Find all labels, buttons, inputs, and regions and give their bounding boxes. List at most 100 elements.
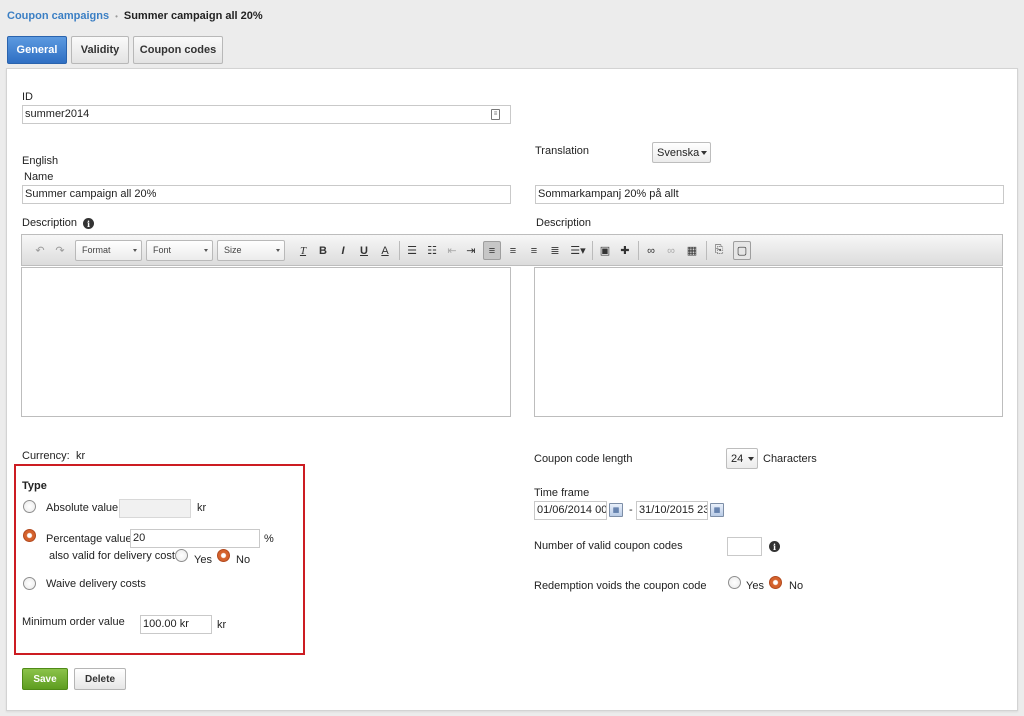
description-editor-english[interactable] <box>21 267 511 417</box>
indent-icon[interactable]: ⇥ <box>462 241 480 260</box>
info-icon[interactable]: i <box>83 218 94 229</box>
format-combo[interactable]: Format <box>75 240 142 261</box>
delete-button[interactable]: Delete <box>74 668 126 690</box>
italic-button[interactable]: I <box>334 241 352 260</box>
description-editor-swedish[interactable] <box>534 267 1003 417</box>
minimum-order-label: Minimum order value <box>22 616 125 628</box>
english-section-label: English <box>22 155 59 167</box>
valid-codes-label: Number of valid coupon codes <box>534 540 683 552</box>
table-icon[interactable]: ▦ <box>683 241 701 260</box>
font-color-icon[interactable]: A <box>376 241 394 260</box>
chevron-down-icon <box>701 151 707 155</box>
unlink-icon[interactable]: ∞ <box>662 241 680 260</box>
bold-button[interactable]: B <box>314 241 332 260</box>
save-button[interactable]: Save <box>22 668 68 690</box>
chevron-down-icon <box>748 457 754 461</box>
type-title: Type <box>22 480 47 492</box>
coupon-code-length-unit: Characters <box>763 453 817 465</box>
name-input-english[interactable]: Summer campaign all 20% <box>22 185 511 204</box>
currency-label: Currency: <box>22 450 70 462</box>
align-right-icon[interactable]: ≡ <box>525 241 543 260</box>
coupon-code-length-label: Coupon code length <box>534 453 633 465</box>
radio-redemption-no[interactable] <box>769 576 782 589</box>
breadcrumb: Coupon campaigns • Summer campaign all 2… <box>7 10 263 22</box>
tab-general[interactable]: General <box>7 36 67 64</box>
absolute-unit: kr <box>197 502 207 514</box>
delivery-costs-label: also valid for delivery costs <box>49 550 181 562</box>
editor-toolbar: ↶ ↷ Format Font Size T B I U A ☰ ☷ ⇤ ⇥ ≡… <box>21 234 1003 266</box>
percentage-unit: % <box>264 533 274 545</box>
font-combo-label: Font <box>153 245 172 255</box>
info-icon[interactable]: i <box>769 541 780 552</box>
coupon-code-length-select[interactable]: 24 <box>726 448 758 469</box>
radio-waive-delivery[interactable] <box>23 577 36 590</box>
chevron-down-icon <box>133 249 137 252</box>
id-field-icon[interactable]: ≡ <box>491 109 500 120</box>
chevron-down-icon <box>276 249 280 252</box>
align-center-icon[interactable]: ≡ <box>504 241 522 260</box>
chevron-down-icon <box>204 249 208 252</box>
time-frame-to-input[interactable]: 31/10/2015 23 <box>636 501 708 520</box>
radio-delivery-no[interactable] <box>217 549 230 562</box>
description-label-english: Description <box>22 217 78 229</box>
line-height-icon[interactable]: ☰▾ <box>567 241 589 260</box>
format-combo-label: Format <box>82 245 111 255</box>
calendar-icon[interactable]: ▦ <box>609 503 623 517</box>
maximize-icon[interactable]: ▢ <box>733 241 751 260</box>
valid-codes-input[interactable] <box>727 537 762 556</box>
description-label-swedish: Description <box>536 217 592 229</box>
tab-validity[interactable]: Validity <box>71 36 129 64</box>
delivery-no-label: No <box>236 554 251 566</box>
breadcrumb-parent-link[interactable]: Coupon campaigns <box>7 10 109 22</box>
translation-selected: Svenska <box>657 146 700 159</box>
absolute-value-label: Absolute value <box>46 502 119 514</box>
clear-format-icon[interactable]: T <box>294 241 312 260</box>
underline-button[interactable]: U <box>355 241 373 260</box>
minimum-order-input[interactable]: 100.00 kr <box>140 615 212 634</box>
radio-absolute-value[interactable] <box>23 500 36 513</box>
delivery-yes-label: Yes <box>194 554 212 566</box>
bullet-list-icon[interactable]: ☷ <box>423 241 441 260</box>
toolbar-divider <box>706 241 707 260</box>
size-combo-label: Size <box>224 245 242 255</box>
name-label: Name <box>24 171 54 183</box>
breadcrumb-current: Summer campaign all 20% <box>123 10 263 22</box>
redemption-yes-label: Yes <box>746 580 764 592</box>
size-combo[interactable]: Size <box>217 240 285 261</box>
radio-percentage-value[interactable] <box>23 529 36 542</box>
translation-select[interactable]: Svenska <box>652 142 711 163</box>
radio-redemption-yes[interactable] <box>728 576 741 589</box>
id-input[interactable]: summer2014 <box>22 105 511 124</box>
translation-label: Translation <box>535 145 590 157</box>
toolbar-divider <box>592 241 593 260</box>
percentage-value-input[interactable]: 20 <box>130 529 260 548</box>
currency-value: kr <box>76 450 86 462</box>
waive-delivery-label: Waive delivery costs <box>46 578 146 590</box>
tab-coupon-codes[interactable]: Coupon codes <box>133 36 223 64</box>
time-frame-from-input[interactable]: 01/06/2014 00: <box>534 501 607 520</box>
percentage-value-label: Percentage value <box>46 533 132 545</box>
radio-delivery-yes[interactable] <box>175 549 188 562</box>
plugin-icon[interactable]: ✚ <box>616 241 634 260</box>
time-frame-label: Time frame <box>534 487 590 499</box>
time-frame-separator: - <box>629 504 633 516</box>
undo-icon[interactable]: ↶ <box>31 241 49 260</box>
id-label: ID <box>22 91 33 103</box>
link-icon[interactable]: ∞ <box>642 241 660 260</box>
redo-icon[interactable]: ↷ <box>51 241 69 260</box>
align-left-icon[interactable]: ≡ <box>483 241 501 260</box>
align-justify-icon[interactable]: ≣ <box>546 241 564 260</box>
name-input-swedish[interactable]: Sommarkampanj 20% på allt <box>535 185 1004 204</box>
calendar-icon[interactable]: ▦ <box>710 503 724 517</box>
numbered-list-icon[interactable]: ☰ <box>403 241 421 260</box>
redemption-no-label: No <box>789 580 804 592</box>
toolbar-divider <box>638 241 639 260</box>
redemption-label: Redemption voids the coupon code <box>534 580 707 592</box>
font-combo[interactable]: Font <box>146 240 213 261</box>
toolbar-divider <box>399 241 400 260</box>
outdent-icon[interactable]: ⇤ <box>443 241 461 260</box>
minimum-order-unit: kr <box>217 619 227 631</box>
source-icon[interactable]: ⎘ <box>710 241 728 260</box>
absolute-value-input[interactable] <box>119 499 191 518</box>
image-icon[interactable]: ▣ <box>596 241 614 260</box>
